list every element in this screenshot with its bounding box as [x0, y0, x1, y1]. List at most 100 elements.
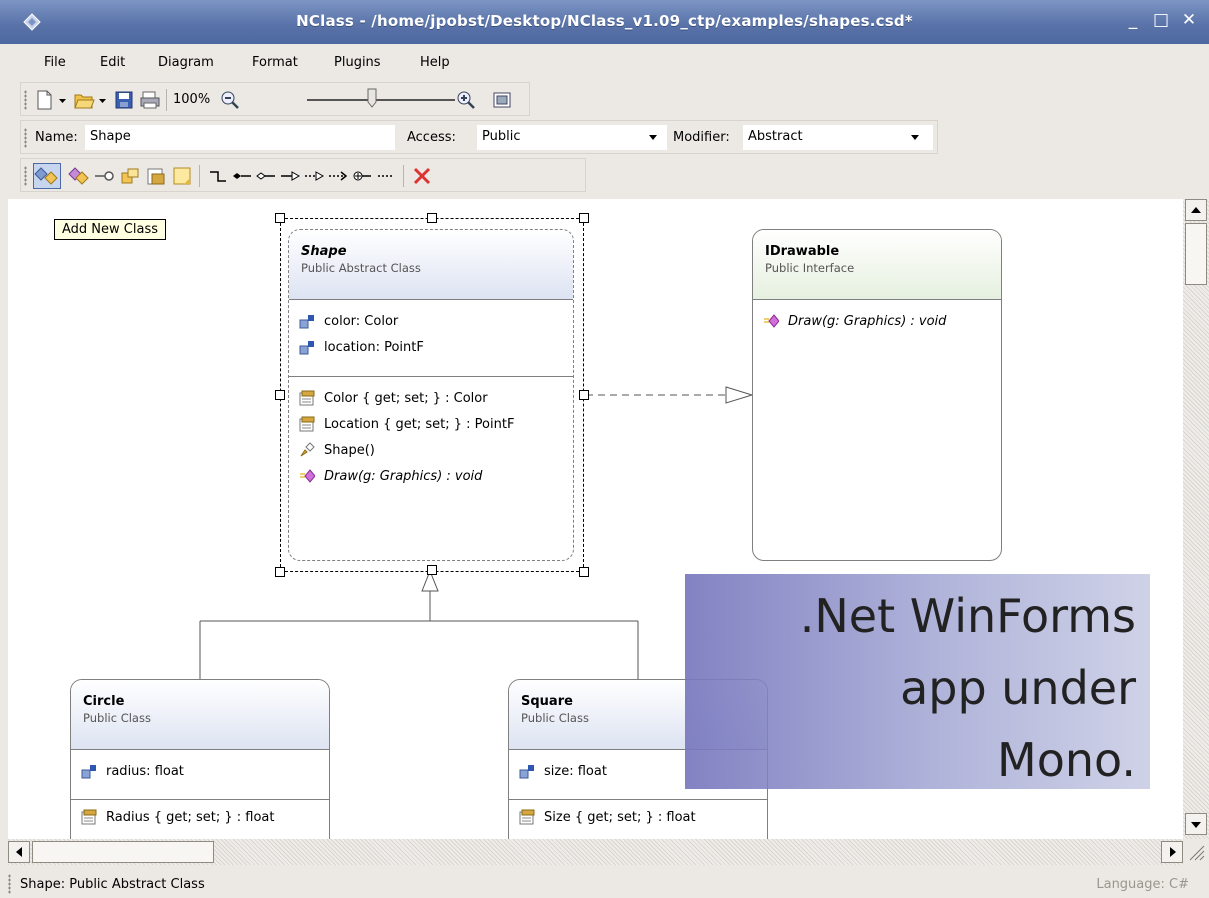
- window-title: NClass - /home/jpobst/Desktop/NClass_v1.…: [296, 12, 913, 30]
- add-composition-icon[interactable]: [231, 165, 253, 187]
- name-field[interactable]: Shape: [85, 125, 395, 150]
- member-property[interactable]: Size { get; set; } : float: [519, 804, 757, 830]
- realization-arrowhead: [725, 386, 754, 404]
- resize-handle[interactable]: [579, 390, 589, 400]
- modifier-dropdown-icon[interactable]: [911, 135, 919, 140]
- field-icon: [519, 765, 534, 779]
- diagram-toolbar: [20, 158, 586, 192]
- close-button[interactable]: ✕: [1178, 9, 1200, 31]
- access-dropdown-icon[interactable]: [649, 135, 657, 140]
- resize-handle[interactable]: [579, 213, 589, 223]
- add-generalization-icon[interactable]: [279, 165, 301, 187]
- properties-toolbar: Name: Shape Access: Public Modifier: Abs…: [20, 120, 938, 154]
- vertical-scroll-thumb[interactable]: [1185, 223, 1207, 285]
- menu-plugins[interactable]: Plugins: [334, 55, 381, 70]
- new-dropdown-icon[interactable]: [57, 89, 69, 111]
- resize-handle[interactable]: [275, 567, 285, 577]
- class-name: Circle: [83, 694, 125, 709]
- add-delegate-icon[interactable]: [145, 165, 167, 187]
- class-header: Circle Public Class: [71, 680, 329, 750]
- resize-handle[interactable]: [427, 213, 437, 223]
- menu-diagram[interactable]: Diagram: [158, 55, 214, 70]
- zoom-in-icon[interactable]: [455, 89, 477, 111]
- title-bar: NClass - /home/jpobst/Desktop/NClass_v1.…: [0, 0, 1209, 44]
- horizontal-scrollbar[interactable]: [8, 839, 1183, 865]
- member-property[interactable]: Radius { get; set; } : float: [81, 804, 319, 830]
- name-label: Name:: [35, 130, 78, 145]
- arrow-right-icon: [1170, 847, 1176, 857]
- status-bar: Shape: Public Abstract Class Language: C…: [0, 870, 1209, 898]
- member-field[interactable]: radius: float: [81, 758, 319, 784]
- add-interface-icon[interactable]: [93, 165, 115, 187]
- add-class-icon[interactable]: [33, 163, 61, 189]
- diagram-canvas[interactable]: Add New Class Shape Public Abstract Clas…: [8, 199, 1183, 839]
- modifier-select[interactable]: Abstract: [743, 125, 933, 150]
- caption-line: Mono.: [997, 733, 1136, 787]
- zoom-level: 100%: [173, 92, 211, 107]
- open-dropdown-icon[interactable]: [97, 89, 109, 111]
- add-nesting-icon[interactable]: [351, 165, 373, 187]
- arrow-left-icon: [16, 847, 22, 857]
- menu-file[interactable]: File: [44, 55, 66, 70]
- methods-section: Draw(g: Graphics) : void: [753, 300, 1001, 342]
- maximize-button[interactable]: □: [1150, 9, 1172, 31]
- access-select[interactable]: Public: [477, 125, 667, 150]
- open-folder-icon[interactable]: [73, 89, 95, 111]
- add-comment-relation-icon[interactable]: [375, 165, 397, 187]
- zoom-slider-thumb[interactable]: [367, 88, 377, 108]
- print-icon[interactable]: [139, 89, 161, 111]
- menu-edit[interactable]: Edit: [100, 55, 125, 70]
- property-icon: [81, 809, 97, 825]
- caption-line: app under: [900, 661, 1136, 715]
- resize-handle[interactable]: [275, 390, 285, 400]
- member-text: size: float: [544, 763, 607, 779]
- fit-to-window-icon[interactable]: [491, 89, 513, 111]
- scroll-right-button[interactable]: [1161, 841, 1183, 863]
- toolbar-grip[interactable]: [24, 90, 27, 110]
- toolbar-grip[interactable]: [24, 166, 27, 186]
- add-association-icon[interactable]: [207, 165, 229, 187]
- minimize-button[interactable]: _: [1122, 9, 1144, 31]
- interface-idrawable[interactable]: IDrawable Public Interface Draw(g: Graph…: [752, 229, 1002, 561]
- horizontal-scroll-thumb[interactable]: [32, 841, 214, 863]
- add-realization-icon[interactable]: [303, 165, 325, 187]
- methods-section: Size { get; set; } : float: [509, 800, 767, 838]
- property-icon: [519, 809, 535, 825]
- status-grip: [8, 874, 11, 894]
- add-dependency-icon[interactable]: [327, 165, 349, 187]
- caption-overlay: .Net WinForms app under Mono.: [685, 574, 1150, 789]
- standard-toolbar: 100%: [20, 82, 530, 116]
- zoom-out-icon[interactable]: [219, 89, 241, 111]
- add-comment-icon[interactable]: [171, 165, 193, 187]
- scroll-up-button[interactable]: [1185, 199, 1207, 221]
- resize-handle[interactable]: [275, 213, 285, 223]
- member-method[interactable]: Draw(g: Graphics) : void: [763, 308, 991, 334]
- resize-handle[interactable]: [579, 567, 589, 577]
- scroll-down-button[interactable]: [1185, 813, 1207, 835]
- vertical-scrollbar[interactable]: [1183, 199, 1209, 839]
- abstract-method-icon: [764, 314, 779, 328]
- zoom-slider-track[interactable]: [307, 99, 455, 101]
- selection-frame: [280, 218, 584, 572]
- add-aggregation-icon[interactable]: [255, 165, 277, 187]
- resize-grip-icon[interactable]: [1186, 842, 1206, 862]
- delete-icon[interactable]: [411, 165, 433, 187]
- toolbar-grip[interactable]: [24, 128, 27, 148]
- member-text: Draw(g: Graphics) : void: [788, 313, 947, 329]
- fields-section: radius: float: [71, 750, 329, 800]
- resize-handle[interactable]: [427, 565, 437, 575]
- class-circle[interactable]: Circle Public Class radius: float Radius…: [70, 679, 330, 839]
- member-text: Radius { get; set; } : float: [106, 809, 275, 825]
- field-icon: [81, 765, 96, 779]
- scroll-left-button[interactable]: [8, 841, 30, 863]
- menu-help[interactable]: Help: [420, 55, 450, 70]
- add-enum-icon[interactable]: [119, 165, 141, 187]
- class-kind: Public Class: [83, 711, 151, 725]
- language-indicator: Language: C#: [1096, 877, 1189, 892]
- save-icon[interactable]: [113, 89, 135, 111]
- new-document-icon[interactable]: [33, 89, 55, 111]
- add-struct-icon[interactable]: [67, 165, 89, 187]
- menu-bar: File Edit Diagram Format Plugins Help: [8, 48, 1198, 78]
- menu-format[interactable]: Format: [252, 55, 298, 70]
- member-text: radius: float: [106, 763, 184, 779]
